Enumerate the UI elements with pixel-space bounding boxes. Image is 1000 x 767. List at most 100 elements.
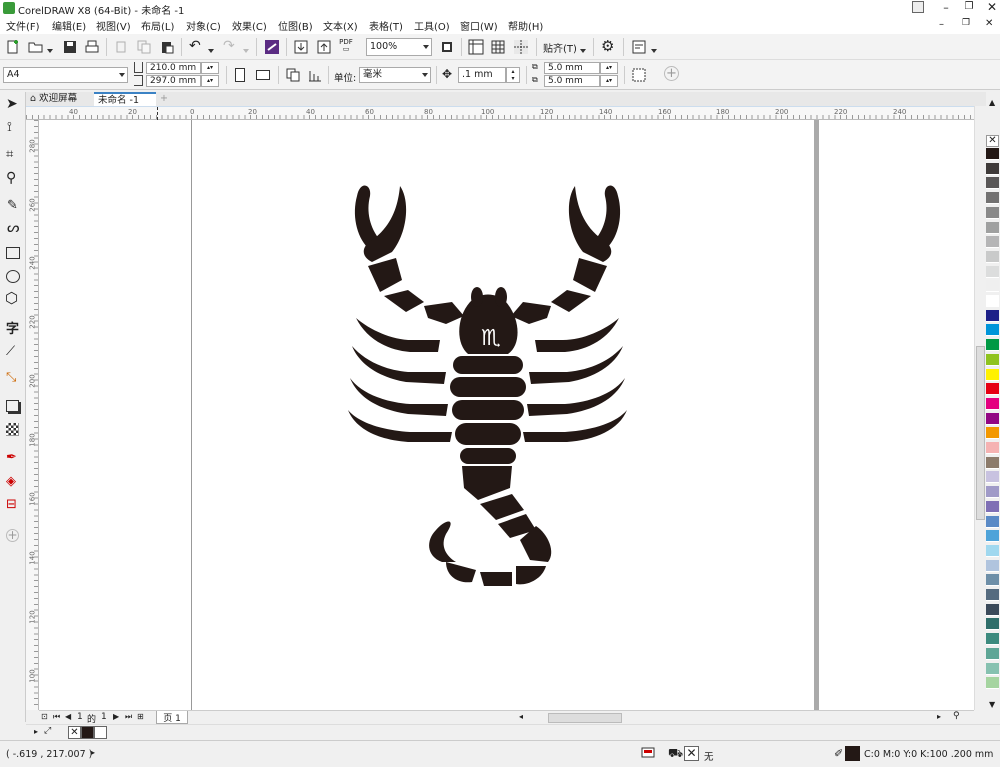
freehand-tool-icon[interactable]: ✎: [7, 198, 18, 213]
status-expand-icon[interactable]: ▸: [91, 748, 95, 757]
color-swatch[interactable]: [986, 206, 999, 219]
account-icon[interactable]: [912, 1, 924, 13]
redo-icon[interactable]: ↷: [223, 38, 235, 54]
color-swatch[interactable]: [986, 456, 999, 469]
tab-welcome-screen[interactable]: ⌂ 欢迎屏幕: [26, 92, 94, 106]
new-tab-button[interactable]: +: [156, 92, 170, 106]
zoom-tool-icon[interactable]: ⚲: [6, 170, 16, 186]
color-swatch[interactable]: [986, 559, 999, 572]
rectangle-tool-icon[interactable]: [6, 247, 20, 259]
paste-icon[interactable]: [159, 39, 175, 55]
prev-page-icon[interactable]: ⏮: [53, 712, 60, 722]
zoom-level-dropdown[interactable]: 100%: [366, 38, 432, 56]
menu-effects[interactable]: 效果(C): [232, 18, 267, 33]
color-swatch[interactable]: [986, 368, 999, 381]
color-swatch[interactable]: [986, 574, 999, 587]
portrait-button[interactable]: [235, 68, 245, 82]
color-swatch[interactable]: [986, 442, 999, 454]
scroll-thumb[interactable]: [976, 346, 985, 520]
duplicate-y-input[interactable]: 5.0 mm: [544, 75, 600, 87]
last-page-icon[interactable]: ⏭: [125, 712, 132, 722]
color-proof-icon[interactable]: [641, 746, 655, 760]
menu-file[interactable]: 文件(F): [6, 18, 40, 33]
color-swatch[interactable]: [986, 515, 999, 528]
color-swatch[interactable]: [986, 662, 999, 675]
drop-shadow-tool-icon[interactable]: [6, 400, 19, 412]
paper-size-dropdown[interactable]: A4: [3, 67, 128, 83]
show-rulers-icon[interactable]: [468, 39, 484, 55]
options-gear-icon[interactable]: ⚙: [601, 37, 614, 55]
current-page-icon[interactable]: [307, 67, 323, 83]
first-page-icon[interactable]: ⊡: [41, 712, 48, 721]
color-swatch[interactable]: [986, 339, 999, 352]
smart-fill-tool-icon[interactable]: ⊟: [6, 497, 17, 512]
save-icon[interactable]: [62, 39, 78, 55]
menu-close-button[interactable]: ✕: [985, 18, 995, 29]
doc-no-color-swatch[interactable]: ✕: [68, 726, 81, 739]
vertical-scrollbar[interactable]: [974, 106, 986, 710]
color-swatch[interactable]: [986, 177, 999, 190]
menu-bitmaps[interactable]: 位图(B): [278, 18, 313, 33]
page-height-input[interactable]: 297.0 mm: [146, 75, 201, 87]
copy-icon[interactable]: [136, 39, 152, 55]
undo-icon[interactable]: ↶: [189, 38, 201, 54]
add-tool-icon[interactable]: +: [6, 529, 19, 542]
color-swatch[interactable]: [986, 397, 999, 410]
page-tab[interactable]: 页 1: [156, 711, 188, 724]
ellipse-tool-icon[interactable]: [6, 270, 20, 283]
full-screen-icon[interactable]: [439, 39, 455, 55]
show-guidelines-icon[interactable]: [513, 39, 529, 55]
menu-text[interactable]: 文本(X): [323, 18, 358, 33]
color-swatch[interactable]: [986, 309, 999, 322]
no-color-swatch[interactable]: ✕: [986, 135, 999, 147]
menu-minimize-button[interactable]: –: [939, 19, 949, 30]
horizontal-scrollbar[interactable]: ◂ ▸ ⚲: [519, 711, 974, 723]
color-swatch[interactable]: [986, 603, 999, 616]
doc-palette-edit-icon[interactable]: ⤢: [44, 726, 51, 736]
page-height-spinner[interactable]: ▴▾: [201, 75, 219, 87]
color-swatch[interactable]: [986, 647, 999, 660]
pick-tool-icon[interactable]: ➤: [6, 96, 18, 112]
color-swatch[interactable]: [986, 236, 999, 249]
color-swatch[interactable]: [986, 324, 999, 337]
publish-pdf-button[interactable]: PDF ▭: [338, 39, 354, 53]
color-swatch[interactable]: [986, 412, 999, 425]
add-property-icon[interactable]: +: [664, 66, 679, 81]
snap-to-dropdown[interactable]: 贴齐(T): [543, 40, 577, 55]
page-width-input[interactable]: 210.0 mm: [146, 62, 201, 74]
menu-layout[interactable]: 布局(L): [141, 18, 174, 33]
color-swatch[interactable]: [986, 265, 999, 278]
horizontal-scroll-thumb[interactable]: [548, 713, 622, 723]
color-swatch[interactable]: [986, 618, 999, 631]
nudge-distance-input[interactable]: .1 mm: [458, 67, 506, 83]
interactive-fill-tool-icon[interactable]: ◈: [6, 474, 16, 489]
color-swatch[interactable]: [986, 280, 999, 293]
menu-restore-button[interactable]: ❐: [962, 18, 972, 28]
color-swatch[interactable]: [986, 544, 999, 557]
search-content-icon[interactable]: [264, 39, 280, 55]
polygon-tool-icon[interactable]: ⬡: [5, 289, 18, 307]
palette-scroll-up-icon[interactable]: ▲: [989, 98, 995, 107]
menu-table[interactable]: 表格(T): [369, 18, 403, 33]
all-pages-icon[interactable]: [285, 67, 301, 83]
color-swatch[interactable]: [986, 353, 999, 366]
color-swatch[interactable]: [986, 192, 999, 205]
nudge-spinner[interactable]: ▴ ▾: [506, 67, 520, 83]
restore-button[interactable]: ❐: [962, 1, 976, 15]
units-dropdown[interactable]: 毫米: [359, 67, 431, 83]
minimize-button[interactable]: –: [939, 1, 953, 15]
import-icon[interactable]: [293, 39, 309, 55]
color-swatch[interactable]: [986, 383, 999, 396]
color-swatch[interactable]: [986, 250, 999, 263]
page-width-spinner[interactable]: ▴▾: [201, 62, 219, 74]
landscape-button[interactable]: [256, 70, 270, 80]
color-swatch[interactable]: [986, 295, 999, 307]
menu-tools[interactable]: 工具(O): [414, 18, 450, 33]
color-eyedropper-tool-icon[interactable]: ✒: [6, 450, 17, 465]
color-swatch[interactable]: [986, 500, 999, 513]
duplicate-x-spinner[interactable]: ▴▾: [600, 62, 618, 74]
print-icon[interactable]: [84, 39, 100, 55]
color-swatch[interactable]: [986, 427, 999, 440]
close-button[interactable]: ✕: [985, 0, 999, 14]
text-tool-icon[interactable]: 字: [6, 318, 19, 337]
